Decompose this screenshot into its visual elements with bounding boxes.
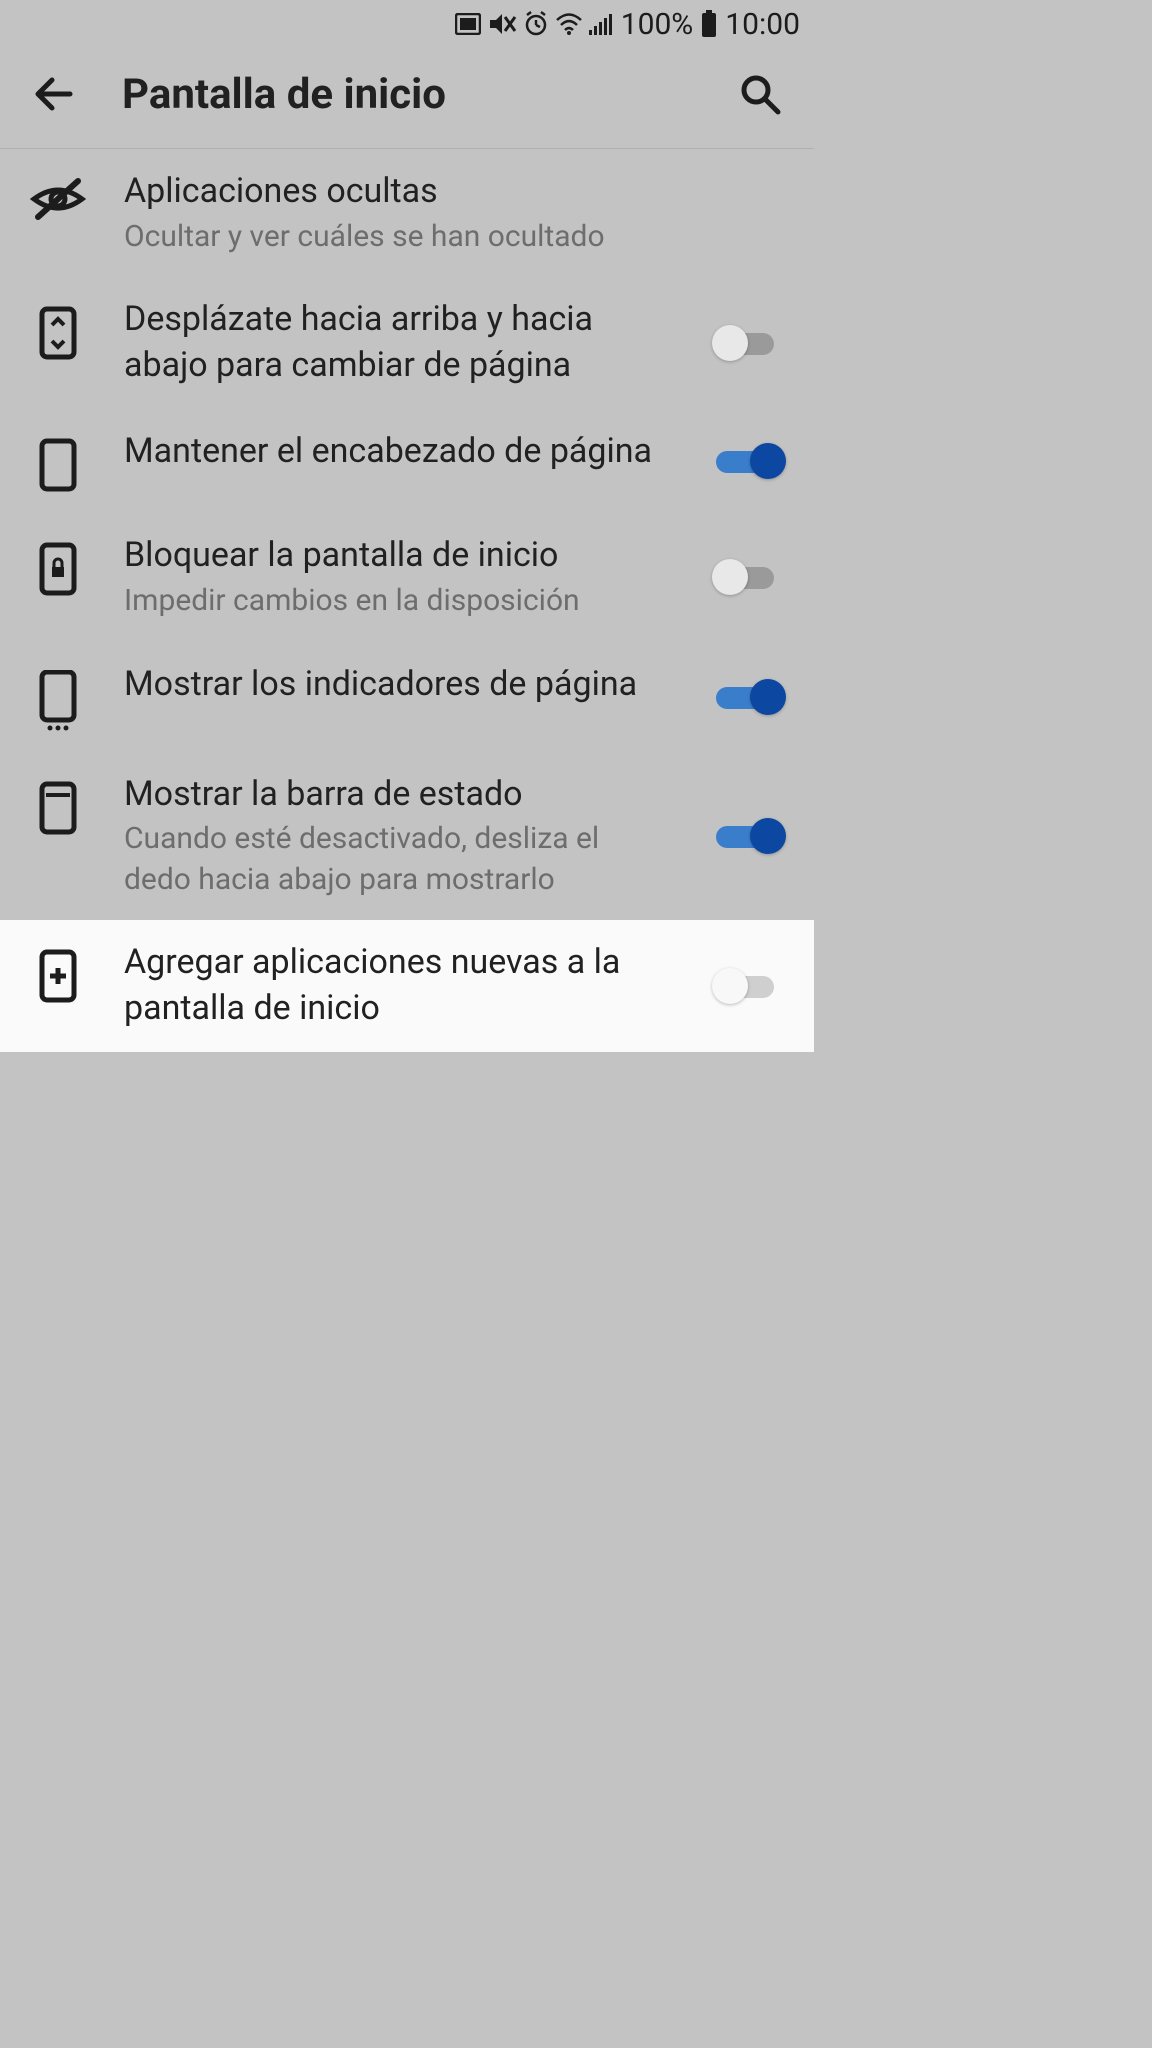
toggle-page-indicators[interactable] — [712, 677, 786, 717]
phone-dots-icon — [28, 662, 88, 732]
list-item-keep-header[interactable]: Mantener el encabezado de página — [0, 409, 814, 513]
list-item-status-bar[interactable]: Mostrar la barra de estado Cuando esté d… — [0, 752, 814, 921]
signal-icon — [589, 13, 613, 35]
app-header: Pantalla de inicio — [0, 48, 814, 149]
search-button[interactable] — [734, 68, 786, 120]
phone-icon — [28, 429, 88, 493]
settings-list: Aplicaciones ocultas Ocultar y ver cuále… — [0, 149, 814, 1052]
alarm-icon — [523, 11, 549, 37]
mute-vibrate-icon — [487, 11, 517, 37]
battery-percent: 100% — [621, 7, 694, 42]
item-title: Aplicaciones ocultas — [124, 169, 778, 215]
toggle-keep-header[interactable] — [712, 441, 786, 481]
toggle-status-bar[interactable] — [712, 816, 786, 856]
phone-scroll-icon — [28, 297, 88, 361]
toggle-add-new-apps[interactable] — [712, 966, 786, 1006]
list-item-add-new-apps[interactable]: Agregar aplicaciones nuevas a la pantall… — [0, 920, 814, 1052]
search-icon — [738, 72, 782, 116]
clock: 10:00 — [725, 7, 800, 42]
item-title: Bloquear la pantalla de inicio — [124, 533, 660, 579]
list-item-lock-home[interactable]: Bloquear la pantalla de inicio Impedir c… — [0, 513, 814, 641]
item-title: Desplázate hacia arriba y hacia abajo pa… — [124, 297, 660, 389]
list-item-page-indicators[interactable]: Mostrar los indicadores de página — [0, 642, 814, 752]
item-subtitle: Cuando esté desactivado, desliza el dedo… — [124, 819, 660, 900]
phone-plus-icon — [28, 940, 88, 1004]
item-subtitle: Ocultar y ver cuáles se han ocultado — [124, 217, 778, 258]
arrow-left-icon — [32, 72, 76, 116]
item-title: Mantener el encabezado de página — [124, 429, 660, 475]
list-item-hidden-apps[interactable]: Aplicaciones ocultas Ocultar y ver cuále… — [0, 149, 814, 277]
phone-statusbar-icon — [28, 772, 88, 836]
item-subtitle: Impedir cambios en la disposición — [124, 581, 660, 622]
back-button[interactable] — [28, 68, 80, 120]
battery-icon — [701, 10, 717, 38]
status-bar: 100% 10:00 — [0, 0, 814, 48]
page-title: Pantalla de inicio — [122, 70, 692, 119]
toggle-lock-home[interactable] — [712, 557, 786, 597]
item-title: Agregar aplicaciones nuevas a la pantall… — [124, 940, 660, 1032]
phone-lock-icon — [28, 533, 88, 597]
item-title: Mostrar la barra de estado — [124, 772, 660, 818]
cast-icon — [455, 13, 481, 35]
wifi-icon — [555, 13, 583, 35]
item-title: Mostrar los indicadores de página — [124, 662, 660, 708]
hidden-eye-icon — [28, 169, 88, 221]
status-icons — [455, 11, 613, 37]
list-item-scroll-page[interactable]: Desplázate hacia arriba y hacia abajo pa… — [0, 277, 814, 409]
toggle-scroll-page[interactable] — [712, 323, 786, 363]
